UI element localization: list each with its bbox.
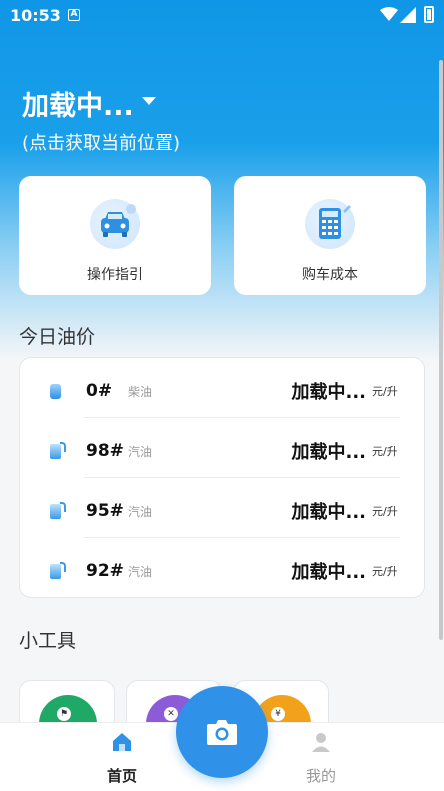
fuel-type: 柴油 bbox=[128, 384, 153, 399]
fuel-unit: 元/升 bbox=[372, 565, 398, 578]
signal-icon bbox=[400, 7, 416, 23]
fuel-type: 汽油 bbox=[128, 504, 153, 519]
fuel-pump-icon bbox=[50, 442, 66, 460]
fuel-type: 汽油 bbox=[128, 444, 153, 459]
divider bbox=[84, 417, 400, 418]
home-icon bbox=[113, 733, 131, 751]
fuel-unit: 元/升 bbox=[372, 385, 398, 398]
caret-down-icon bbox=[141, 96, 156, 105]
guide-card[interactable]: 操作指引 bbox=[19, 176, 211, 295]
status-bar: 10:53 A bbox=[0, 0, 444, 30]
calculator-icon bbox=[305, 199, 355, 249]
price-row-1[interactable]: 98# 汽油 加载中... 元/升 bbox=[50, 431, 400, 471]
camera-icon bbox=[207, 720, 237, 745]
tools-title: 小工具 bbox=[19, 630, 77, 652]
oil-drop-icon bbox=[50, 382, 66, 400]
fuel-grade: 0# bbox=[86, 381, 113, 401]
tab-mine[interactable]: 我的 bbox=[281, 723, 361, 791]
cost-label: 购车成本 bbox=[302, 267, 358, 283]
fuel-grade: 95# bbox=[86, 501, 124, 521]
notification-badge-icon: A bbox=[68, 9, 80, 21]
user-icon bbox=[312, 733, 330, 752]
location-selector[interactable]: 加载中... bbox=[22, 84, 156, 123]
car-icon bbox=[90, 199, 140, 249]
fuel-price: 加载中... bbox=[291, 382, 366, 403]
fuel-grade: 98# bbox=[86, 441, 124, 461]
fuel-price: 加载中... bbox=[291, 502, 366, 523]
fuel-price: 加载中... bbox=[291, 562, 366, 583]
price-row-0[interactable]: 0# 柴油 加载中... 元/升 bbox=[50, 371, 400, 411]
tab-mine-label: 我的 bbox=[305, 767, 336, 785]
tab-home[interactable]: 首页 bbox=[82, 723, 162, 791]
status-time: 10:53 bbox=[10, 6, 61, 25]
location-title: 加载中... bbox=[22, 91, 134, 122]
tab-home-label: 首页 bbox=[106, 767, 137, 785]
camera-button[interactable] bbox=[176, 686, 268, 778]
fuel-pump-icon bbox=[50, 502, 66, 520]
guide-label: 操作指引 bbox=[87, 267, 143, 283]
battery-icon bbox=[424, 6, 434, 23]
wifi-icon bbox=[380, 7, 398, 21]
get-location-link[interactable]: (点击获取当前位置) bbox=[22, 129, 180, 155]
oil-price-card: 0# 柴油 加载中... 元/升 98# 汽油 加载中... 元/升 95# 汽… bbox=[19, 357, 425, 598]
fuel-grade: 92# bbox=[86, 561, 124, 581]
fuel-price: 加载中... bbox=[291, 442, 366, 463]
divider bbox=[84, 477, 400, 478]
divider bbox=[84, 537, 400, 538]
scrollbar[interactable] bbox=[439, 60, 443, 640]
price-row-3[interactable]: 92# 汽油 加载中... 元/升 bbox=[50, 551, 400, 591]
fuel-unit: 元/升 bbox=[372, 505, 398, 518]
fuel-unit: 元/升 bbox=[372, 445, 398, 458]
price-row-2[interactable]: 95# 汽油 加载中... 元/升 bbox=[50, 491, 400, 531]
oil-price-title: 今日油价 bbox=[19, 326, 96, 348]
fuel-type: 汽油 bbox=[128, 564, 153, 579]
fuel-pump-icon bbox=[50, 562, 66, 580]
cost-card[interactable]: 购车成本 bbox=[234, 176, 426, 295]
